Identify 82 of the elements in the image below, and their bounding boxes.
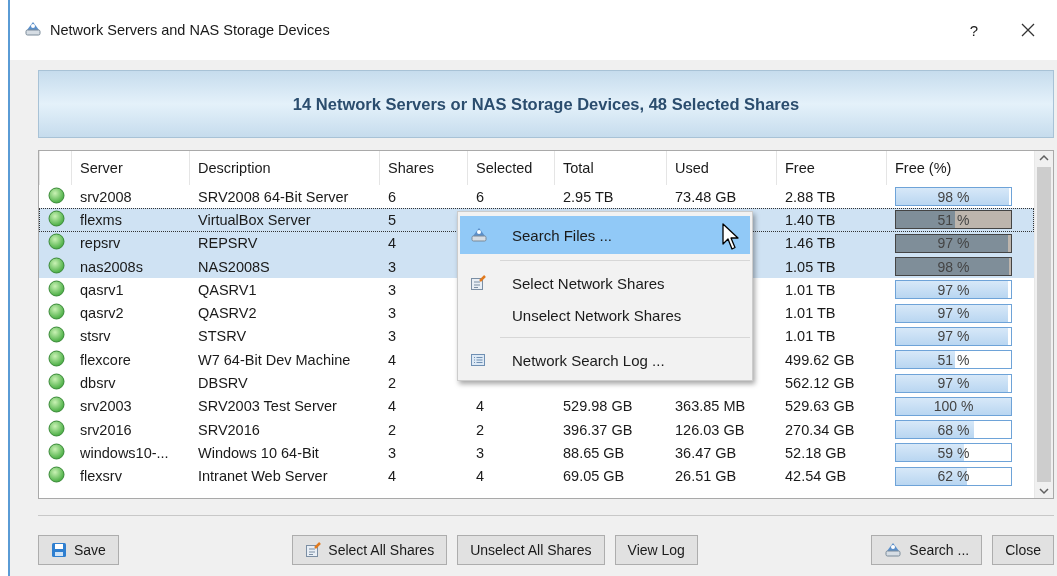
table-cell-text: 3 [387, 258, 398, 275]
table-cell-text: 1.01 TB [784, 281, 837, 298]
table-cell-text: 3 [387, 305, 398, 322]
table-cell-text: windows10-... [79, 444, 170, 461]
free-space-bar: 97 % [895, 373, 1012, 393]
table-cell-text: 126.03 GB [674, 421, 746, 438]
table-cell-text: 499.62 GB [784, 351, 856, 368]
table-cell-text: STSRV [197, 328, 248, 345]
free-space-bar: 98 % [895, 257, 1012, 277]
table-cell-text: 529.63 GB [784, 398, 856, 415]
table-cell-text: Intranet Web Server [197, 468, 329, 485]
table-cell-text: 396.37 GB [562, 421, 634, 438]
table-cell-text: 88.65 GB [562, 444, 626, 461]
table-cell-text: 5 [387, 211, 398, 228]
table-cell-text: 4 [387, 351, 398, 368]
table-cell-text: 270.34 GB [784, 421, 856, 438]
table-cell-text: 2.88 TB [784, 188, 837, 205]
window-title: Network Servers and NAS Storage Devices [50, 22, 331, 38]
table-cell-text: 2 [387, 421, 398, 438]
table-cell-text: 562.12 GB [784, 375, 856, 391]
table-cell-text: 2 [475, 421, 486, 438]
table-cell-text: 6 [475, 188, 486, 205]
table-cell-text: stsrv [79, 328, 112, 345]
summary-banner: 14 Network Servers or NAS Storage Devices, 48 Selected Shares [38, 70, 1054, 138]
table-cell-text: 2.95 TB [562, 188, 615, 205]
table-cell-text: 1.05 TB [784, 258, 837, 275]
free-space-bar: 68 % [895, 420, 1012, 440]
free-space-bar: 97 % [895, 280, 1012, 300]
table-cell-text: QASRV1 [197, 281, 258, 298]
table-cell-text: srv2008 [79, 188, 133, 205]
table-cell-text: NAS2008S [197, 258, 271, 275]
table-cell-text: QASRV2 [197, 305, 258, 322]
table-cell-text: 1.46 TB [784, 235, 837, 252]
free-space-bar: 97 % [895, 233, 1012, 253]
free-space-bar: 51 % [895, 210, 1012, 230]
table-cell-text: srv2003 [79, 398, 133, 415]
table-cell-text: 4 [387, 398, 398, 415]
table-cell-text: SRV2008 64-Bit Server [197, 188, 350, 205]
table-cell-text: 4 [387, 468, 398, 485]
free-space-bar: 51 % [895, 350, 1012, 370]
table-cell-text: flexcore [79, 351, 132, 368]
table-cell-text: flexsrv [79, 468, 123, 485]
table-cell-text: 1.01 TB [784, 305, 837, 322]
table-cell-text: 3 [387, 281, 398, 298]
table-cell-text: 4 [475, 468, 486, 485]
table-cell-text: 69.05 GB [562, 468, 626, 485]
table-cell-text: SRV2003 Test Server [197, 398, 338, 415]
table-cell-text: nas2008s [79, 258, 144, 275]
table-cell-text: 73.48 GB [674, 188, 738, 205]
free-space-bar: 62 % [895, 466, 1012, 486]
table-cell-text: 3 [387, 444, 398, 461]
table-cell-text: 2 [387, 375, 398, 391]
table-cell-text: 3 [475, 444, 486, 461]
free-space-bar: 98 % [895, 187, 1012, 207]
free-space-bar: 100 % [895, 396, 1012, 416]
table-cell-text: 26.51 GB [674, 468, 738, 485]
table-cell-text: 3 [387, 328, 398, 345]
table-cell-text: 4 [475, 398, 486, 415]
table-cell-text: 52.18 GB [784, 444, 848, 461]
table-cell-text: 6 [387, 188, 398, 205]
table-cell-text: srv2016 [79, 421, 133, 438]
free-space-bar: 59 % [895, 443, 1012, 463]
table-cell-text: VirtualBox Server [197, 211, 312, 228]
table-cell-text: 36.47 GB [674, 444, 738, 461]
free-space-bar: 97 % [895, 326, 1012, 346]
table-cell-text: SRV2016 [197, 421, 261, 438]
table-cell-text: 529.98 GB [562, 398, 634, 415]
table-cell-text: repsrv [79, 235, 122, 252]
table-cell-text: Windows 10 64-Bit [197, 444, 320, 461]
table-cell-text: W7 64-Bit Dev Machine [197, 351, 352, 368]
table-cell-text: 1.01 TB [784, 328, 837, 345]
table-cell-text: 42.54 GB [784, 468, 848, 485]
table-cell-text: dbsrv [79, 375, 117, 391]
table-cell-text: REPSRV [197, 235, 259, 252]
free-space-bar: 97 % [895, 303, 1012, 323]
table-cell-text: qasrv1 [79, 281, 125, 298]
table-cell-text: DBSRV [197, 375, 249, 391]
table-cell-text: flexms [79, 211, 123, 228]
table-cell-text: 4 [387, 235, 398, 252]
table-cell-text: 1.40 TB [784, 211, 837, 228]
table-cell-text: qasrv2 [79, 305, 125, 322]
table-cell-text: 363.85 MB [674, 398, 747, 415]
